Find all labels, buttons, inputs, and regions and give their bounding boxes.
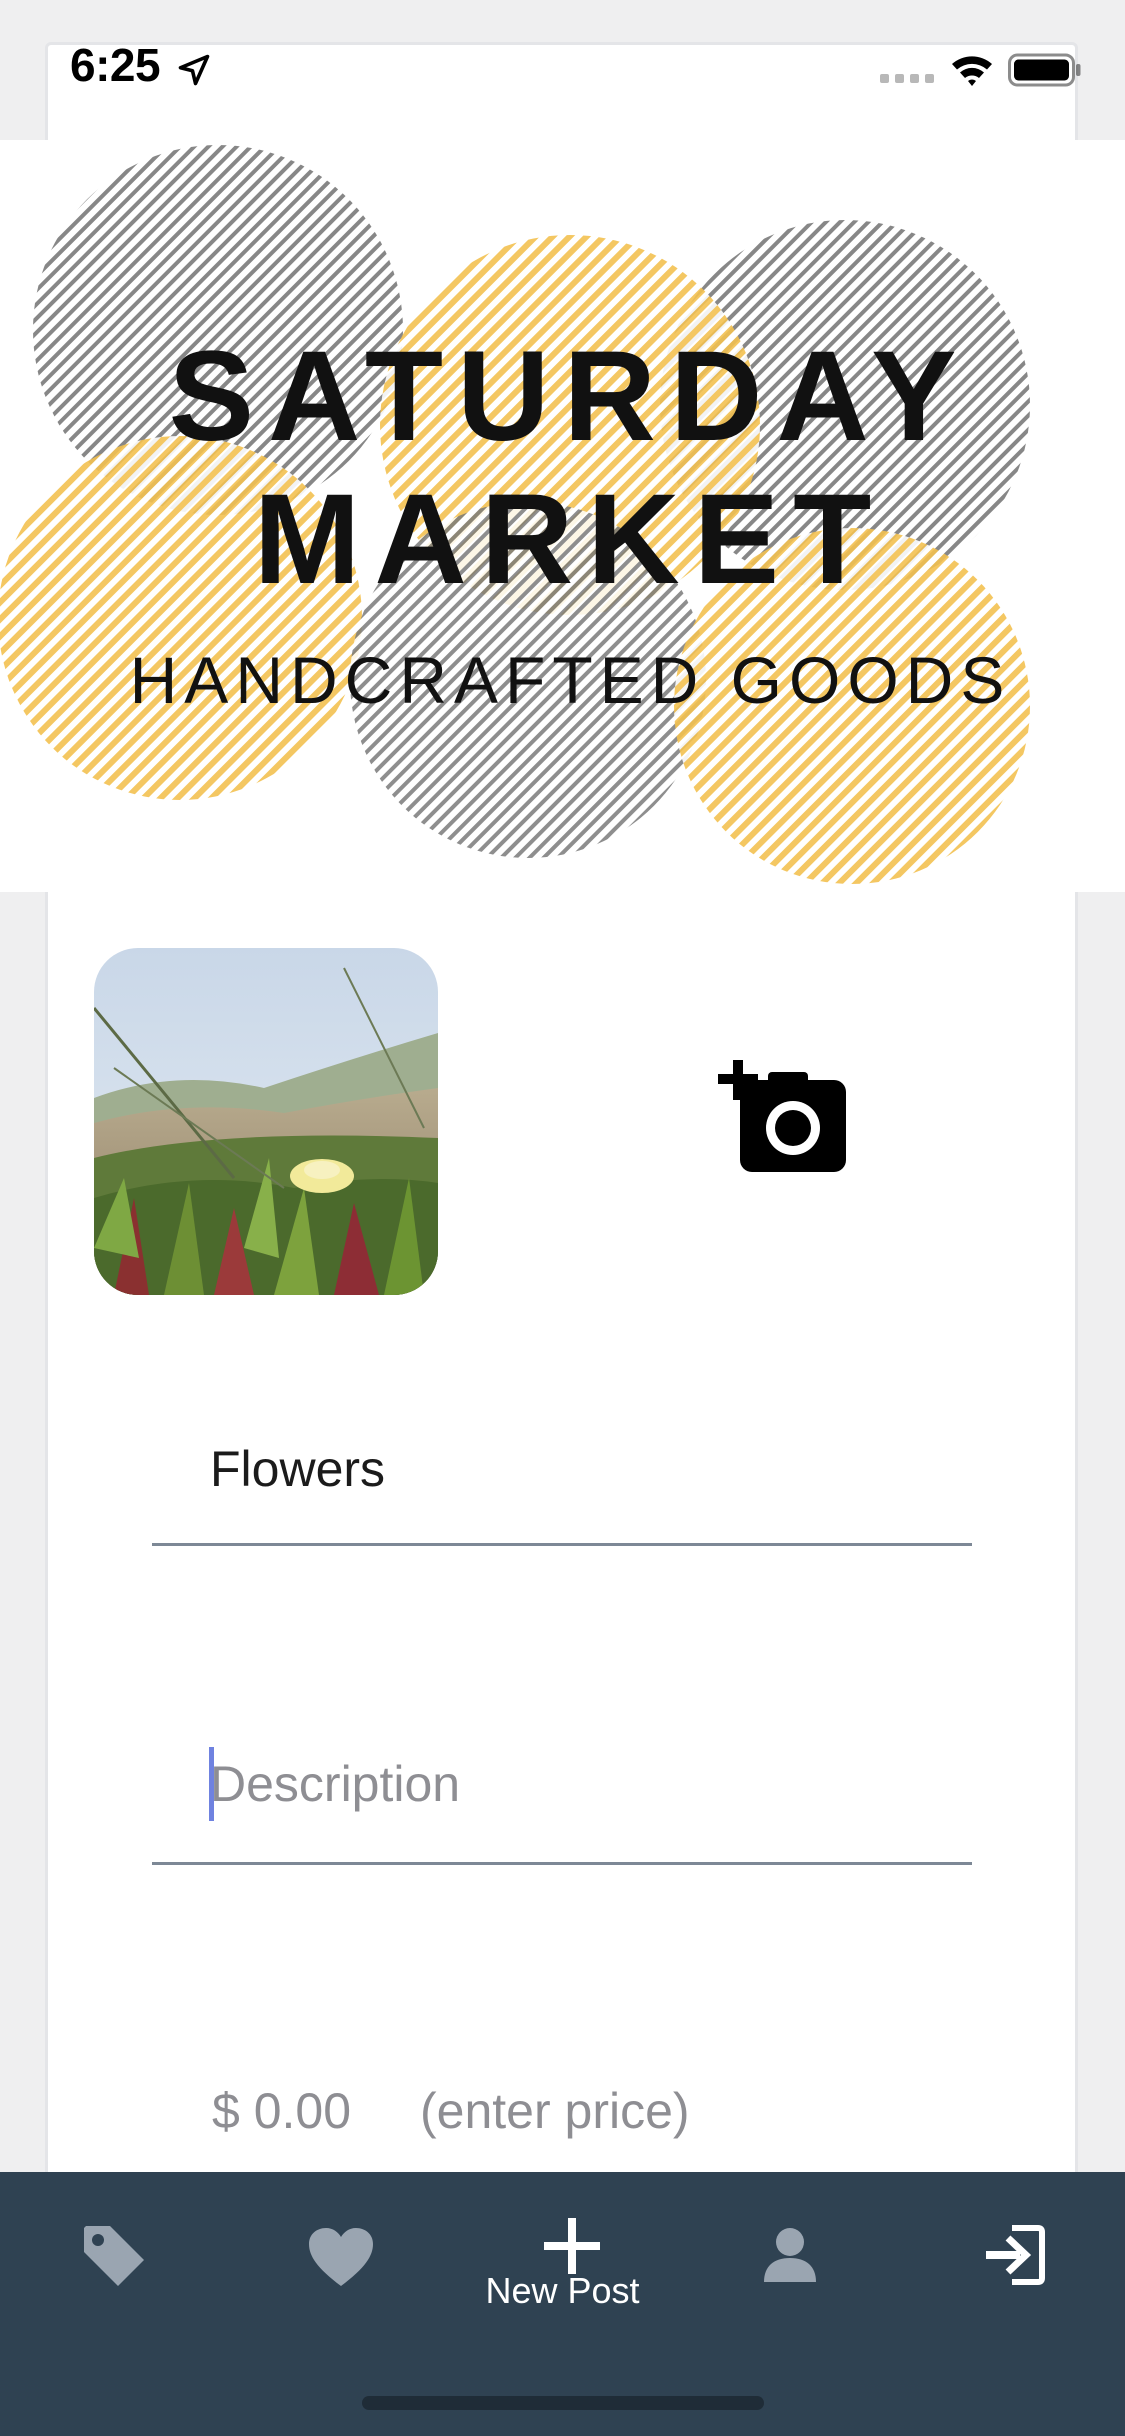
saturday-market-banner: SATURDAY MARKET HANDCRAFTED GOODS <box>0 140 1125 892</box>
heart-icon <box>309 2228 373 2286</box>
plus-icon <box>544 2218 600 2274</box>
banner-subtitle: HANDCRAFTED GOODS <box>129 643 1012 717</box>
item-photo[interactable] <box>94 948 438 1295</box>
add-photo-camera-icon[interactable] <box>718 1060 848 1180</box>
wifi-icon <box>952 56 992 86</box>
sign-out-icon <box>986 2225 1045 2285</box>
home-indicator <box>362 2396 764 2410</box>
name-field-value: Flowers <box>210 1441 386 1497</box>
tab-new-post-label: New Post <box>485 2270 640 2311</box>
location-arrow-icon <box>178 54 210 86</box>
photo-image <box>94 948 438 1295</box>
battery-icon <box>1008 53 1081 87</box>
user-icon <box>764 2228 816 2282</box>
price-tag-icon <box>84 2226 144 2286</box>
price-field[interactable]: $ 0.00 <box>212 2082 351 2140</box>
name-field[interactable]: Flowers <box>152 1428 972 1546</box>
banner-title-saturday: SATURDAY <box>168 325 971 468</box>
banner-title-market: MARKET <box>253 468 886 611</box>
price-hint: (enter price) <box>420 2083 690 2139</box>
description-placeholder: Description <box>210 1756 461 1812</box>
description-field[interactable]: Description <box>152 1735 972 1865</box>
signal-icon <box>880 74 934 83</box>
tab-profile[interactable] <box>675 2172 900 2372</box>
status-time: 6:25 <box>70 39 161 91</box>
tab-listings[interactable] <box>0 2172 225 2372</box>
tab-favorites[interactable] <box>225 2172 450 2372</box>
tab-sign-out[interactable] <box>900 2172 1125 2372</box>
status-bar: 6:25 <box>0 0 1125 140</box>
tab-new-post[interactable]: New Post <box>450 2172 675 2372</box>
